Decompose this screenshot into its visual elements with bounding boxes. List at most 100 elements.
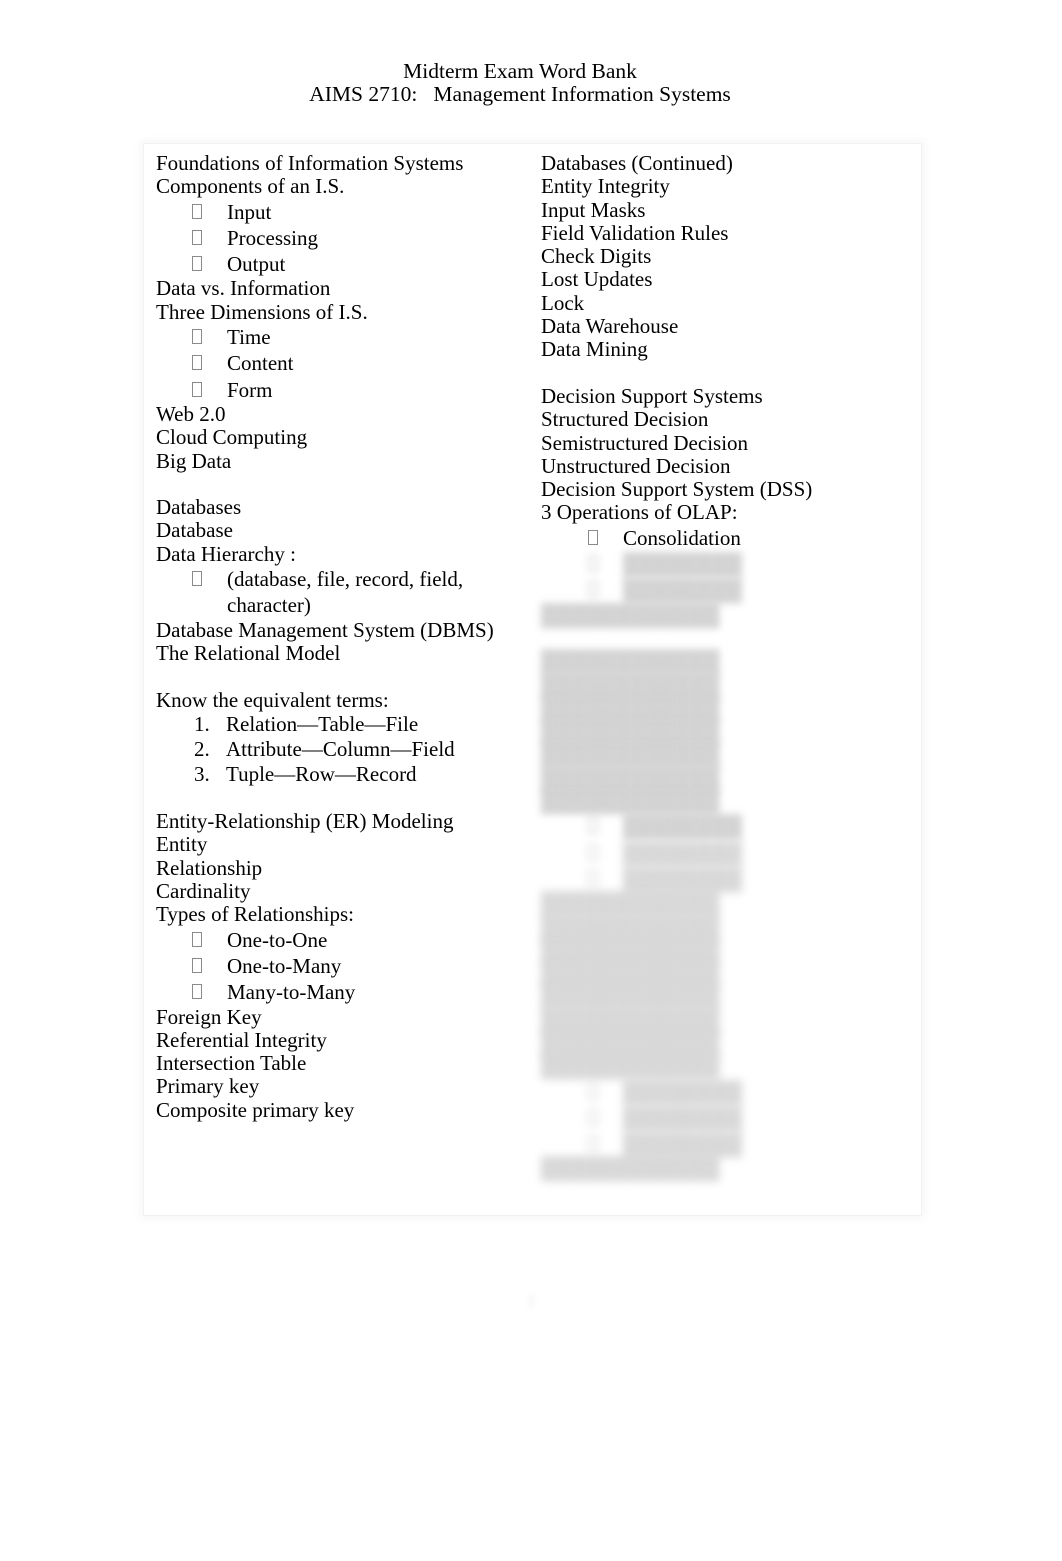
redacted-line: ████████ <box>541 577 916 603</box>
missing-glyph-box-bullet-icon <box>192 571 202 587</box>
term-line: Database Management System (DBMS) <box>156 617 494 642</box>
bullet-list-item: Consolidation <box>541 525 916 551</box>
numbered-list-item: 1. Relation—Table—File <box>156 712 526 737</box>
term-line: Databases (Continued) <box>541 151 733 175</box>
term-line: Data Warehouse <box>541 314 679 339</box>
missing-glyph-box-bullet-icon <box>588 529 598 545</box>
term-line: Foundations of Information Systems <box>156 151 464 175</box>
numbered-item-label: Attribute—Column—Field <box>226 736 455 761</box>
bullet-item-label: Time <box>227 325 271 350</box>
numbered-list-item: 3. Tuple—Row—Record <box>156 762 526 787</box>
document-header: Midterm Exam Word Bank AIMS 2710: Manage… <box>0 60 1040 106</box>
missing-glyph-box-bullet-icon <box>192 381 202 397</box>
word-bank-text-box: Foundations of Information Systems Compon… <box>143 143 922 1216</box>
term-line: The Relational Model <box>156 640 341 665</box>
bullet-list-item: Output <box>156 251 526 277</box>
term-line: Three Dimensions of I.S. <box>156 299 368 324</box>
missing-glyph-box-bullet-icon <box>192 984 202 1000</box>
term-line: Entity <box>156 832 208 857</box>
bullet-item-label: ████████ <box>623 866 743 891</box>
bullet-list-item: (database, file, record, field, characte… <box>156 566 526 619</box>
term-line: Decision Support Systems <box>541 383 763 408</box>
term-line: Big Data <box>156 448 232 473</box>
term-line: Components of an I.S. <box>156 174 345 199</box>
redacted-line: ████████████ <box>541 891 720 916</box>
bullet-list-item: Input <box>156 199 526 225</box>
term-line: Field Validation Rules <box>541 220 729 245</box>
document-title-line-2: AIMS 2710: Management Information System… <box>309 82 731 106</box>
bullet-item-label: Content <box>227 351 294 376</box>
term-line: Know the equivalent terms: <box>156 687 389 712</box>
term-line: Foreign Key <box>156 1004 262 1029</box>
page-number: 1 <box>526 1290 536 1312</box>
bullet-list-item: Content <box>156 350 526 376</box>
term-line: Referential Integrity <box>156 1027 327 1052</box>
bullet-item-label: ████████ <box>623 1079 743 1104</box>
list-number-marker: 2. <box>194 736 210 761</box>
redacted-line: ████████ <box>541 551 916 577</box>
bullet-list-item: Many-to-Many <box>156 979 526 1005</box>
missing-glyph-box-bullet-icon <box>192 229 202 245</box>
term-line: Primary key <box>156 1074 260 1099</box>
missing-glyph-box-bullet-icon <box>192 355 202 371</box>
term-line: Data Mining <box>541 337 648 362</box>
term-line: Composite primary key <box>156 1097 355 1122</box>
redacted-line: ████████████ <box>541 984 720 1009</box>
term-line: Cloud Computing <box>156 425 308 450</box>
missing-glyph-box-bullet-icon <box>192 203 202 219</box>
missing-glyph-box-bullet-icon <box>192 256 202 272</box>
redacted-line: ████████████ <box>541 937 720 962</box>
term-line: Database <box>156 518 233 543</box>
bullet-item-label: ████████ <box>623 814 743 839</box>
missing-glyph-box-bullet-icon <box>588 1136 598 1152</box>
bullet-item-label: Processing <box>227 225 318 250</box>
redacted-line: ████████ <box>541 866 916 892</box>
term-line: Input Masks <box>541 197 646 222</box>
missing-glyph-box-bullet-icon <box>588 582 598 598</box>
bullet-item-label: ████████ <box>623 552 743 577</box>
term-line: Lock <box>541 290 585 315</box>
redacted-line: ████████ <box>541 813 916 839</box>
bullet-list-item: Time <box>156 324 526 350</box>
missing-glyph-box-bullet-icon <box>588 1083 598 1099</box>
missing-glyph-box-bullet-icon <box>588 844 598 860</box>
document-title-line-1: Midterm Exam Word Bank <box>403 59 637 83</box>
redacted-line: ████████████ <box>541 914 720 939</box>
term-line: Types of Relationships: <box>156 902 355 927</box>
bullet-item-label: One-to-One <box>227 927 328 952</box>
redacted-line: ████████████ <box>541 602 720 627</box>
redacted-line: ████████████ <box>541 672 720 697</box>
redacted-line: ████████████ <box>541 961 720 986</box>
right-column: Databases (Continued) Entity Integrity Inp… <box>541 151 916 1181</box>
redacted-line: ████████ <box>541 1131 916 1157</box>
numbered-item-label: Relation—Table—File <box>226 711 419 736</box>
bullet-item-label: Consolidation <box>623 525 741 550</box>
bullet-item-label: ████████ <box>623 1132 743 1157</box>
list-number-marker: 1. <box>194 711 210 736</box>
redacted-line: ████████████ <box>541 765 720 790</box>
missing-glyph-box-bullet-icon <box>588 818 598 834</box>
missing-glyph-box-bullet-icon <box>588 870 598 886</box>
term-line: Data Hierarchy : <box>156 541 296 566</box>
redacted-line: ████████████ <box>541 1030 720 1055</box>
term-line: Databases <box>156 495 242 520</box>
numbered-list-item: 2. Attribute—Column—Field <box>156 737 526 762</box>
term-line: 3 Operations of OLAP: <box>541 500 738 525</box>
bullet-item-label: Many-to-Many <box>227 980 356 1005</box>
missing-glyph-box-bullet-icon <box>588 556 598 572</box>
term-line: Cardinality <box>156 879 251 904</box>
missing-glyph-box-bullet-icon <box>192 329 202 345</box>
missing-glyph-box-bullet-icon <box>588 1109 598 1125</box>
bullet-item-label: Input <box>227 199 272 224</box>
term-line: Web 2.0 <box>156 401 226 426</box>
term-line: Semistructured Decision <box>541 430 749 455</box>
term-line: Lost Updates <box>541 267 653 292</box>
redacted-line: ████████████ <box>541 1007 720 1032</box>
left-column: Foundations of Information Systems Compon… <box>156 151 526 1122</box>
redacted-line: ████████████ <box>541 789 720 814</box>
redacted-line: ████████████ <box>541 1156 720 1181</box>
